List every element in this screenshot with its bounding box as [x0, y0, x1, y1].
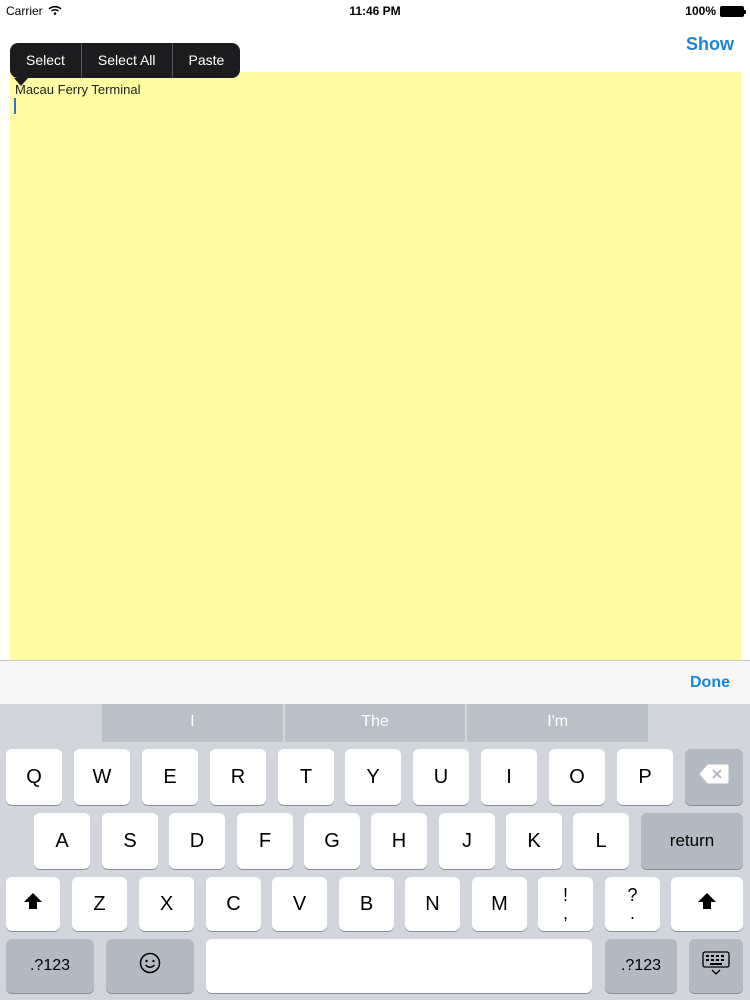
key-period-label: .	[629, 903, 635, 923]
delete-icon	[699, 764, 729, 790]
suggestion-item[interactable]: I'm	[467, 704, 649, 742]
edit-menu: Select Select All Paste	[10, 43, 241, 78]
key-h[interactable]: H	[371, 813, 427, 869]
key-q[interactable]: Q	[6, 749, 62, 805]
numbers-key-right[interactable]: .?123	[605, 939, 677, 993]
shift-icon	[697, 892, 717, 916]
key-a[interactable]: A	[34, 813, 90, 869]
key-d[interactable]: D	[169, 813, 225, 869]
suggestion-item[interactable]: I	[102, 704, 285, 742]
status-right: 100%	[685, 4, 746, 18]
key-k[interactable]: K	[506, 813, 562, 869]
keyboard-accessory-bar: Done	[0, 660, 750, 704]
key-i[interactable]: I	[481, 749, 537, 805]
edit-menu-pointer	[14, 78, 28, 86]
status-time: 11:46 PM	[349, 4, 401, 18]
shift-key-right[interactable]	[671, 877, 743, 931]
space-key[interactable]	[206, 939, 592, 993]
keyboard-dismiss-icon	[702, 951, 730, 981]
select-all-menu-item[interactable]: Select All	[82, 43, 173, 78]
key-j[interactable]: J	[439, 813, 495, 869]
key-c[interactable]: C	[206, 877, 261, 931]
key-n[interactable]: N	[405, 877, 460, 931]
key-m[interactable]: M	[472, 877, 527, 931]
note-text: Macau Ferry Terminal	[15, 82, 141, 97]
key-w[interactable]: W	[74, 749, 130, 805]
status-bar: Carrier 11:46 PM 100%	[0, 0, 750, 22]
emoji-key[interactable]	[106, 939, 194, 993]
text-caret	[14, 98, 16, 114]
key-s[interactable]: S	[102, 813, 158, 869]
key-r[interactable]: R	[210, 749, 266, 805]
key-l[interactable]: L	[573, 813, 629, 869]
suggestion-item[interactable]: The	[284, 704, 468, 742]
key-y[interactable]: Y	[345, 749, 401, 805]
emoji-icon	[139, 952, 161, 980]
suggestion-bar: I The I'm	[102, 704, 649, 742]
key-f[interactable]: F	[237, 813, 293, 869]
delete-key[interactable]	[685, 749, 743, 805]
key-v[interactable]: V	[272, 877, 327, 931]
shift-icon	[23, 892, 43, 916]
key-u[interactable]: U	[413, 749, 469, 805]
key-comma-label: ,	[562, 903, 568, 923]
key-g[interactable]: G	[304, 813, 360, 869]
key-exclamation-label: !	[562, 885, 568, 905]
dismiss-keyboard-key[interactable]	[689, 939, 743, 993]
key-o[interactable]: O	[549, 749, 605, 805]
paste-menu-item[interactable]: Paste	[173, 43, 241, 78]
numbers-key-left[interactable]: .?123	[6, 939, 94, 993]
done-button[interactable]: Done	[690, 674, 730, 692]
show-button[interactable]: Show	[686, 34, 734, 55]
return-key[interactable]: return	[641, 813, 743, 869]
key-t[interactable]: T	[278, 749, 334, 805]
shift-key-left[interactable]	[6, 877, 60, 931]
key-question-period[interactable]: ? .	[605, 877, 660, 931]
battery-icon	[720, 5, 746, 17]
key-question-label: ?	[627, 885, 638, 905]
key-p[interactable]: P	[617, 749, 673, 805]
key-z[interactable]: Z	[72, 877, 127, 931]
battery-percent: 100%	[685, 4, 716, 18]
keyboard: I The I'm Q W E R T Y U I O P A S D F G …	[0, 704, 750, 1000]
note-text-area[interactable]: Macau Ferry Terminal	[10, 72, 741, 660]
key-exclamation-comma[interactable]: ! ,	[538, 877, 593, 931]
select-menu-item[interactable]: Select	[10, 43, 82, 78]
key-b[interactable]: B	[339, 877, 394, 931]
key-x[interactable]: X	[139, 877, 194, 931]
key-e[interactable]: E	[142, 749, 198, 805]
